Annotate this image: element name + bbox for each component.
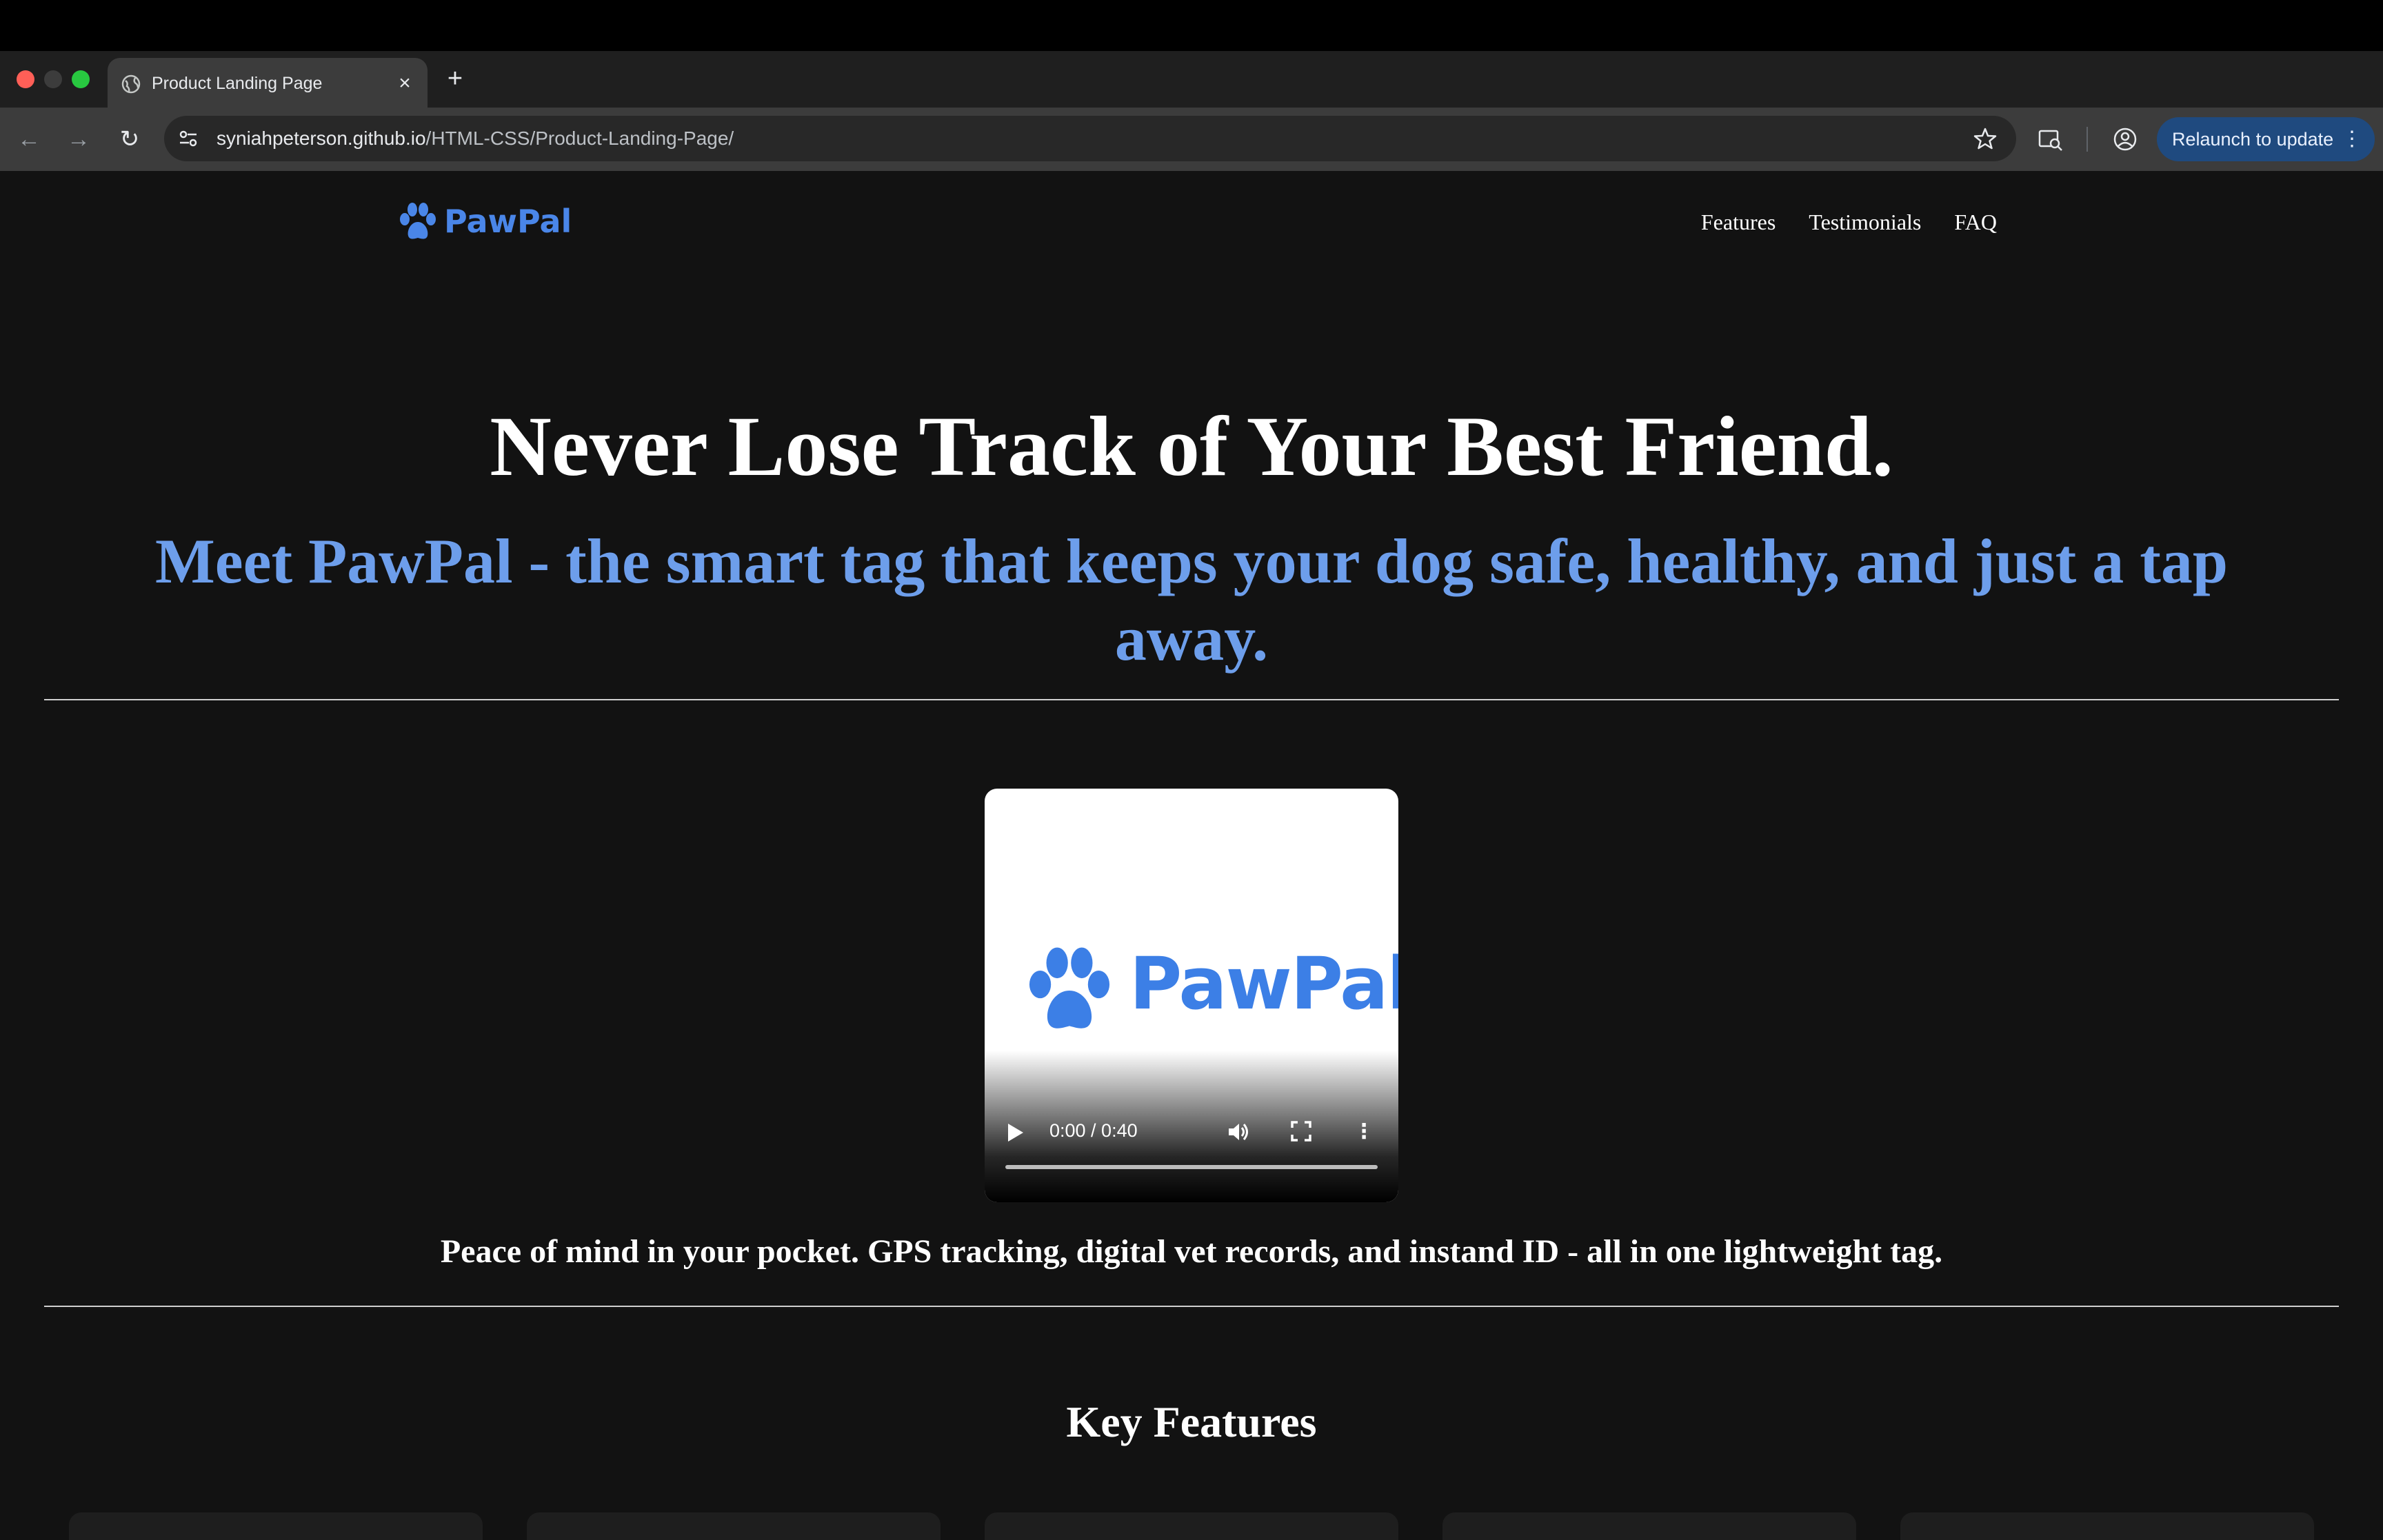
url-host: syniahpeterson.github.io	[217, 128, 426, 149]
site-settings-icon[interactable]	[178, 128, 199, 149]
nav-link-features[interactable]: Features	[1701, 210, 1776, 235]
hero-title: Never Lose Track of Your Best Friend.	[490, 399, 1893, 494]
relaunch-label: Relaunch to update	[2172, 129, 2334, 150]
browser-tab[interactable]: Product Landing Page ×	[108, 58, 428, 108]
browser-menu-icon[interactable]: ⋮	[2342, 117, 2362, 161]
forward-button[interactable]: →	[63, 124, 94, 154]
feature-card	[985, 1512, 1398, 1540]
main-nav: Features Testimonials FAQ	[1701, 210, 1997, 235]
tab-title: Product Landing Page	[152, 74, 323, 93]
video-paw-icon	[1029, 947, 1110, 1029]
hero-subtitle: Meet PawPal - the smart tag that keeps y…	[154, 526, 2229, 673]
maximize-window-button[interactable]	[72, 70, 90, 88]
relaunch-to-update-button[interactable]: Relaunch to update ⋮	[2157, 117, 2375, 161]
profile-icon[interactable]	[2111, 125, 2139, 153]
minimize-window-button[interactable]	[44, 70, 62, 88]
os-menubar-area	[0, 0, 2383, 51]
product-video[interactable]: PawPal 0:00 / 0:40 ⋮	[985, 789, 1398, 1202]
feature-card	[1442, 1512, 1856, 1540]
back-button[interactable]: ←	[14, 124, 44, 154]
section-divider-2	[44, 1306, 2339, 1307]
feature-card	[1900, 1512, 2314, 1540]
key-features-heading: Key Features	[1066, 1397, 1317, 1446]
new-tab-button[interactable]: +	[441, 65, 469, 92]
brand-name: PawPal	[444, 203, 572, 240]
url-text: syniahpeterson.github.io/HTML-CSS/Produc…	[217, 125, 734, 152]
page-viewport: PawPal Features Testimonials FAQ Never L…	[0, 171, 2383, 1540]
cast-search-icon[interactable]	[2037, 125, 2064, 153]
bookmark-star-icon[interactable]	[1972, 125, 1998, 152]
video-time: 0:00 / 0:40	[1049, 1120, 1138, 1141]
toolbar-divider	[2087, 127, 2088, 152]
url-path: /HTML-CSS/Product-Landing-Page/	[425, 128, 734, 149]
nav-link-faq[interactable]: FAQ	[1954, 210, 1997, 235]
nav-link-testimonials[interactable]: Testimonials	[1809, 210, 1921, 235]
address-bar[interactable]: syniahpeterson.github.io/HTML-CSS/Produc…	[164, 116, 2016, 161]
feature-card	[69, 1512, 483, 1540]
tagline: Peace of mind in your pocket. GPS tracki…	[440, 1233, 1943, 1270]
close-tab-icon[interactable]: ×	[393, 72, 416, 95]
volume-icon[interactable]	[1225, 1118, 1252, 1146]
fullscreen-icon[interactable]	[1289, 1119, 1313, 1143]
feature-cards	[69, 1512, 2314, 1540]
section-divider	[44, 699, 2339, 700]
video-progress-bar[interactable]	[1005, 1165, 1378, 1169]
feature-card	[527, 1512, 941, 1540]
play-icon[interactable]	[1008, 1124, 1023, 1142]
paw-icon	[400, 203, 436, 239]
video-brand-name: PawPal	[1129, 942, 1398, 1026]
video-controls-overlay	[985, 1051, 1398, 1202]
close-window-button[interactable]	[17, 70, 34, 88]
video-more-options-icon[interactable]: ⋮	[1350, 1118, 1378, 1146]
reload-button[interactable]: ↻	[114, 124, 145, 154]
globe-icon	[121, 74, 141, 94]
